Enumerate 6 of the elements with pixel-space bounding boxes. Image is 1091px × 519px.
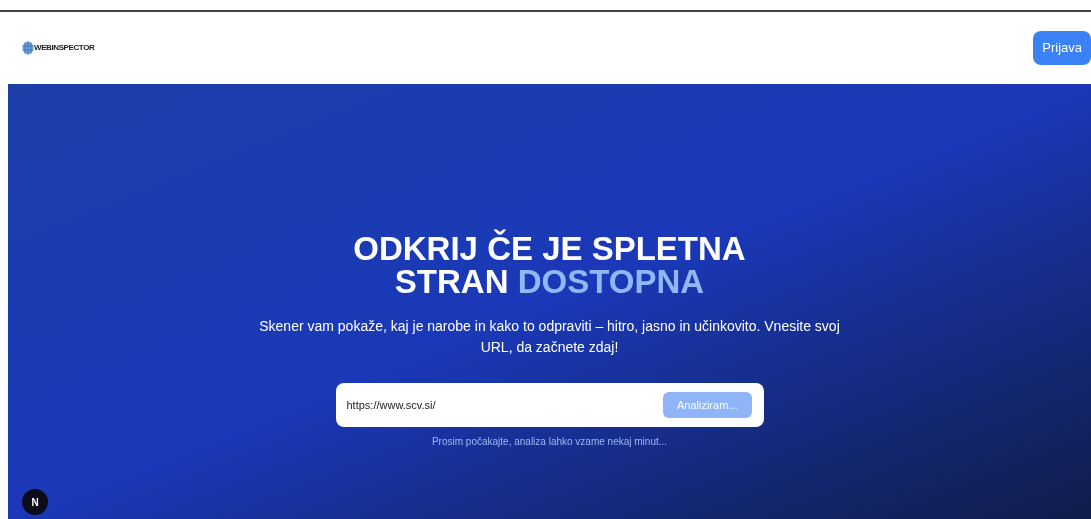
login-button[interactable]: Prijava — [1033, 31, 1091, 65]
logo-text: WEBINSPECTOR — [34, 42, 95, 54]
hero-subtitle: Skener vam pokaže, kaj je narobe in kako to odpraviti – hitro, jasno in učinkovito. Vnesite svoj URL, da začnete zdaj! — [258, 317, 841, 357]
status-message: Prosim počakajte, analiza lahko vzame nekaj minut... — [431, 435, 668, 449]
globe-logo-icon — [22, 41, 34, 55]
dev-badge[interactable]: N — [22, 489, 48, 515]
